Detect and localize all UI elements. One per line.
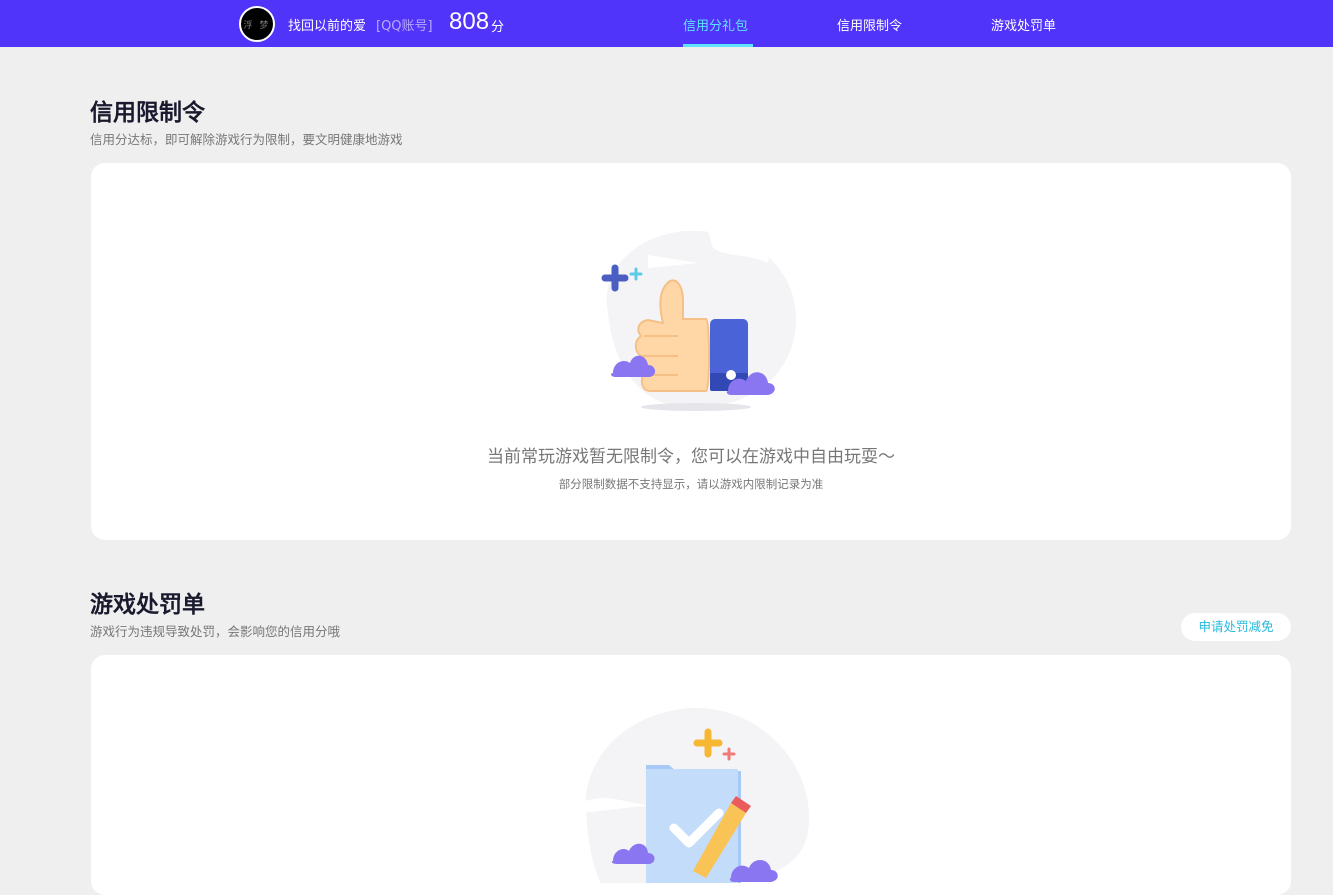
thumbs-up-icon (601, 229, 797, 411)
username: 找回以前的爱 (288, 19, 367, 34)
restriction-empty-message: 当前常玩游戏暂无限制令，您可以在游戏中自由玩耍～ (487, 447, 895, 467)
penalty-card (91, 655, 1291, 895)
credit-score-unit: 分 (491, 20, 505, 35)
avatar-text: 浮 梦 (243, 20, 271, 31)
restriction-section-title: 信用限制令 (90, 100, 205, 126)
restriction-section-subtitle: 信用分达标，即可解除游戏行为限制，要文明健康地游戏 (90, 132, 403, 147)
penalty-section-title: 游戏处罚单 (90, 592, 205, 618)
tab-game-penalty[interactable]: 游戏处罚单 (991, 15, 1056, 34)
apply-penalty-reduction-button[interactable]: 申请处罚减免 (1181, 613, 1291, 641)
tab-credit-restriction[interactable]: 信用限制令 (837, 15, 902, 34)
active-tab-indicator (683, 44, 753, 47)
restriction-empty-note: 部分限制数据不支持显示，请以游戏内限制记录为准 (558, 477, 824, 491)
checklist-pencil-icon (581, 707, 810, 883)
top-nav-bar: 浮 梦 找回以前的爱 [QQ账号] 808 分 信用分礼包 信用限制令 游戏处罚… (0, 0, 1333, 47)
credit-score: 808 (449, 8, 490, 35)
tab-credit-gift[interactable]: 信用分礼包 (683, 15, 748, 34)
penalty-section-subtitle: 游戏行为违规导致处罚，会影响您的信用分哦 (90, 624, 341, 639)
restriction-card: 当前常玩游戏暂无限制令，您可以在游戏中自由玩耍～ 部分限制数据不支持显示，请以游… (91, 163, 1291, 540)
account-type: [QQ账号] (376, 19, 433, 34)
avatar[interactable]: 浮 梦 (239, 6, 275, 42)
